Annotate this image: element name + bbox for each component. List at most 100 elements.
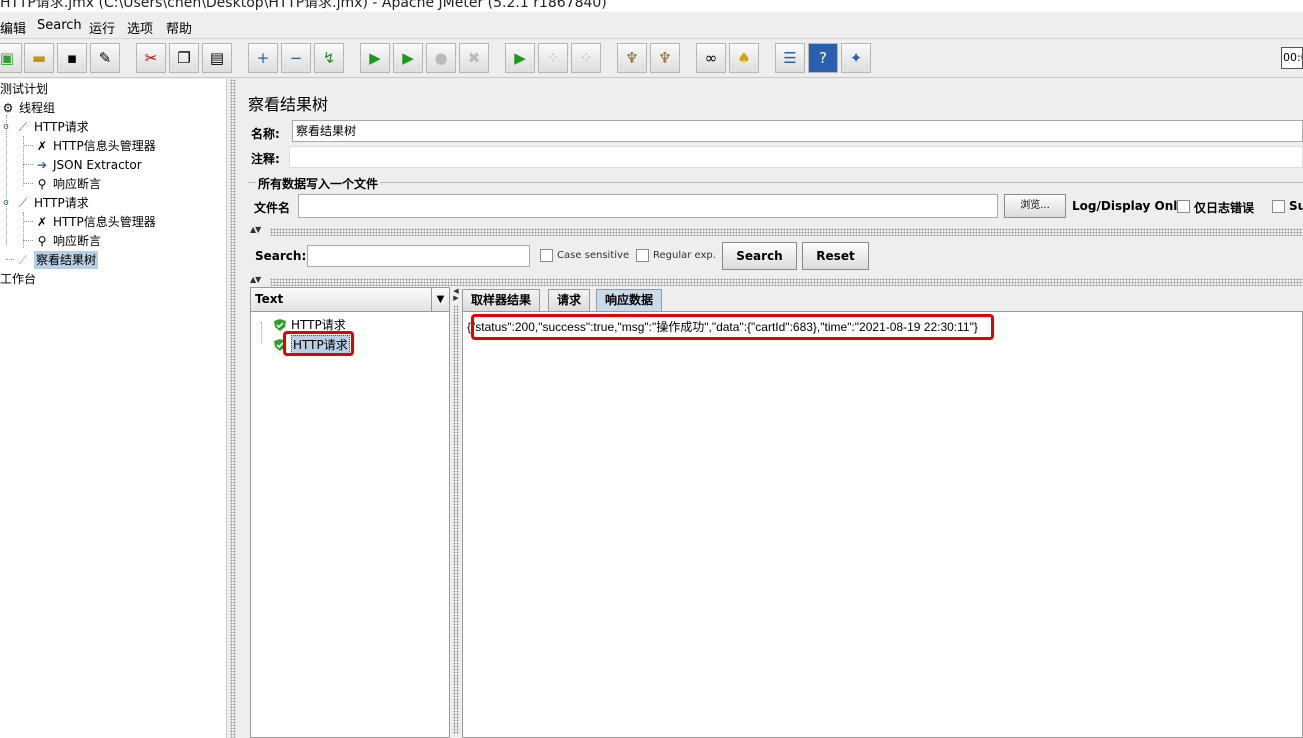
cut-icon[interactable]: ✂ bbox=[136, 43, 166, 73]
regex-checkbox[interactable] bbox=[636, 249, 649, 262]
tree-item-header-manager-2[interactable]: ✗ HTTP信息头管理器 bbox=[34, 213, 156, 231]
assertion-icon: ⚲ bbox=[37, 177, 47, 191]
new-icon[interactable]: ▣ bbox=[0, 43, 22, 73]
assertion-icon: ⚲ bbox=[37, 234, 47, 248]
comment-input[interactable] bbox=[289, 146, 1303, 168]
clear-all-icon[interactable]: ♆ bbox=[650, 43, 680, 73]
collapse-arrows-icon[interactable]: ◀▶ bbox=[452, 287, 460, 301]
tree-item-label: 工作台 bbox=[0, 272, 37, 286]
page-title: 察看结果树 bbox=[248, 95, 329, 114]
expand-icon[interactable]: + bbox=[248, 43, 278, 73]
thread-group-icon: ⚙ bbox=[2, 101, 14, 115]
filename-input[interactable] bbox=[298, 194, 998, 218]
help-icon[interactable]: ? bbox=[808, 43, 838, 73]
search-label: Search: bbox=[255, 249, 307, 263]
menu-options[interactable]: 选项 bbox=[127, 18, 153, 37]
tab-response-data[interactable]: 响应数据 bbox=[596, 289, 663, 311]
log-display-label: Log/Display Only: bbox=[1072, 199, 1190, 213]
toolbar: ▣ ▬ ▪ ✎ ✂ ❐ ▤ + − ↯ ▶ ▶ ● ✖ ▶ ⁘ ⁘ ♆ ♆ ∞ … bbox=[0, 39, 1303, 78]
tree-item-label: JSON Extractor bbox=[53, 158, 142, 172]
tree-item-thread-group[interactable]: ⚙ 线程组 bbox=[0, 99, 55, 117]
search-splitter[interactable] bbox=[270, 278, 1303, 286]
browse-button[interactable]: 浏览... bbox=[1004, 194, 1066, 218]
search-input[interactable] bbox=[307, 245, 530, 267]
save-icon[interactable]: ▪ bbox=[57, 43, 87, 73]
http-sampler-icon: ⟋ bbox=[18, 196, 28, 210]
menu-search[interactable]: Search bbox=[37, 18, 82, 33]
remote-stop-icon[interactable]: ⁘ bbox=[538, 43, 568, 73]
paste-icon[interactable]: ▤ bbox=[202, 43, 232, 73]
panel-splitter[interactable] bbox=[270, 228, 1303, 236]
menu-help[interactable]: 帮助 bbox=[166, 18, 192, 37]
remote-shutdown-icon[interactable]: ⁘ bbox=[571, 43, 601, 73]
tree-splitter[interactable] bbox=[226, 79, 238, 738]
function-helper-icon[interactable]: ☰ bbox=[775, 43, 805, 73]
tree-item-header-manager-1[interactable]: ✗ HTTP信息头管理器 bbox=[34, 137, 156, 155]
results-splitter[interactable]: ◀▶ bbox=[450, 287, 462, 738]
tree-item-workbench[interactable]: 工作台 bbox=[0, 270, 36, 288]
start-no-pause-icon[interactable]: ▶ bbox=[393, 43, 423, 73]
case-sensitive-checkbox[interactable] bbox=[540, 249, 553, 262]
tree-connector bbox=[23, 164, 33, 165]
tree-item-label: 响应断言 bbox=[53, 234, 102, 248]
case-sensitive-label: Case sensitive bbox=[557, 250, 630, 261]
expand-handle-icon[interactable]: o bbox=[0, 119, 12, 135]
results-tree-panel: 察看结果树 名称: 察看结果树 注释: 所有数据写入一个文件 文件名 浏览...… bbox=[238, 79, 1303, 738]
save-as-icon[interactable]: ✎ bbox=[90, 43, 120, 73]
tree-item-label: HTTP信息头管理器 bbox=[53, 215, 156, 229]
remote-start-icon[interactable]: ▶ bbox=[505, 43, 535, 73]
tree-item-http-request-2[interactable]: o ⟋ HTTP请求 bbox=[0, 194, 88, 212]
tree-item-http-request-1[interactable]: o ⟋ HTTP请求 bbox=[0, 118, 88, 136]
name-input[interactable]: 察看结果树 bbox=[292, 120, 1303, 142]
shutdown-icon[interactable]: ✖ bbox=[459, 43, 489, 73]
toggle-icon[interactable]: ↯ bbox=[314, 43, 344, 73]
name-label: 名称: bbox=[251, 127, 280, 141]
collapse-arrows-icon[interactable]: ▲▼ bbox=[250, 275, 261, 284]
tree-connector bbox=[23, 240, 33, 241]
group-title: 所有数据写入一个文件 bbox=[256, 175, 381, 192]
tree-item-assertion-2[interactable]: ⚲ 响应断言 bbox=[34, 232, 101, 250]
result-tabs: 取样器结果 请求 响应数据 bbox=[462, 287, 1303, 311]
reset-search-icon[interactable]: ♠ bbox=[729, 43, 759, 73]
tree-item-test-plan[interactable]: 测试计划 bbox=[0, 80, 48, 98]
tree-item-label: HTTP信息头管理器 bbox=[53, 139, 156, 153]
tree-item-json-extractor[interactable]: ➔ JSON Extractor bbox=[34, 156, 142, 174]
collapse-icon[interactable]: − bbox=[281, 43, 311, 73]
open-icon[interactable]: ▬ bbox=[24, 43, 54, 73]
window-title-bar: HTTP请求.jmx (C:\Users\chen\Desktop\HTTP请求… bbox=[0, 0, 1303, 12]
copy-icon[interactable]: ❐ bbox=[169, 43, 199, 73]
search-button[interactable]: Search bbox=[722, 242, 797, 270]
errors-only-checkbox[interactable] bbox=[1177, 200, 1190, 213]
menu-bar: 编辑 Search 运行 选项 帮助 bbox=[0, 12, 1303, 39]
log-viewer-icon[interactable]: ✦ bbox=[841, 43, 871, 73]
collapse-arrows-icon[interactable]: ▲▼ bbox=[250, 225, 261, 234]
menu-edit[interactable]: 编辑 bbox=[0, 18, 26, 37]
highlight-box bbox=[471, 314, 994, 340]
tab-sampler-result[interactable]: 取样器结果 bbox=[462, 289, 541, 311]
response-content[interactable]: {"status":200,"success":true,"msg":"操作成功… bbox=[462, 311, 1303, 738]
success-shield-icon bbox=[274, 318, 286, 331]
menu-run[interactable]: 运行 bbox=[89, 18, 115, 37]
tab-request[interactable]: 请求 bbox=[548, 289, 591, 311]
successes-checkbox[interactable] bbox=[1272, 200, 1285, 213]
stop-icon[interactable]: ● bbox=[426, 43, 456, 73]
header-manager-icon: ✗ bbox=[36, 139, 48, 153]
http-sampler-icon: ⟋ bbox=[18, 120, 28, 134]
highlight-box bbox=[283, 331, 354, 356]
window-title: HTTP请求.jmx (C:\Users\chen\Desktop\HTTP请求… bbox=[0, 0, 607, 11]
splitter-grip bbox=[230, 79, 236, 738]
test-plan-tree[interactable]: 测试计划 ⚙ 线程组 o ⟋ HTTP请求 ✗ HTTP信息头管理器 ➔ JSO… bbox=[0, 79, 226, 738]
start-icon[interactable]: ▶ bbox=[360, 43, 390, 73]
tree-connector bbox=[6, 259, 14, 260]
tree-item-results-tree[interactable]: ⟋ 察看结果树 bbox=[15, 251, 99, 269]
renderer-select[interactable]: Text ▼ bbox=[251, 288, 449, 312]
tree-item-assertion-1[interactable]: ⚲ 响应断言 bbox=[34, 175, 101, 193]
reset-button[interactable]: Reset bbox=[802, 242, 869, 270]
chevron-down-icon[interactable]: ▼ bbox=[431, 288, 449, 311]
file-label: 文件名 bbox=[254, 201, 291, 215]
clear-icon[interactable]: ♆ bbox=[617, 43, 647, 73]
expand-handle-icon[interactable]: o bbox=[0, 195, 12, 211]
search-icon[interactable]: ∞ bbox=[696, 43, 726, 73]
tree-connector bbox=[23, 145, 33, 146]
tree-item-label: 响应断言 bbox=[53, 177, 102, 191]
